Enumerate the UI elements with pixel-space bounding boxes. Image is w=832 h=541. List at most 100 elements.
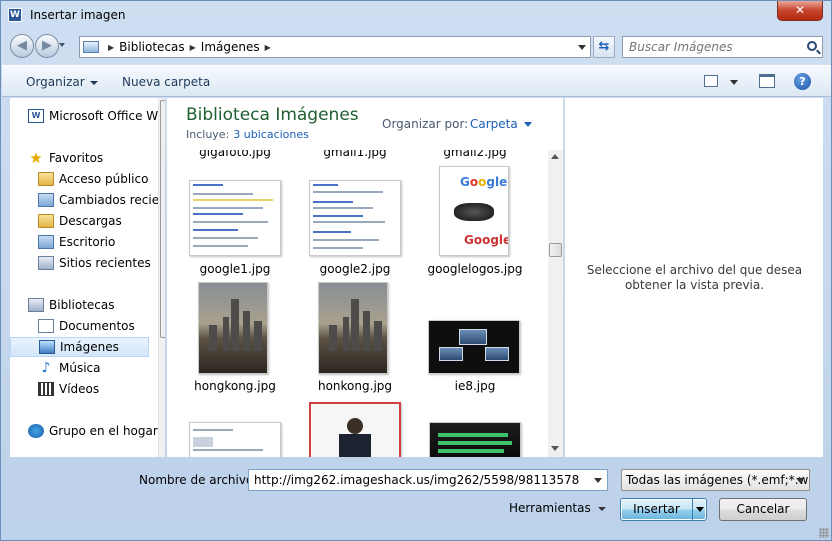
file-thumbnail[interactable] (429, 422, 521, 457)
arrange-by-value: Carpeta (470, 117, 518, 131)
sidebar-item-recent-changed[interactable]: Cambiados recie (38, 190, 165, 210)
file-thumbnail[interactable] (189, 180, 281, 256)
chevron-down-icon (89, 80, 98, 85)
scrollbar-thumb[interactable] (549, 243, 562, 257)
pictures-icon (39, 340, 55, 354)
file-grid: gigafoto.jpg gmail1.jpg gmail2.jpg googl… (167, 150, 547, 457)
sidebar-item-homegroup[interactable]: Grupo en el hogar (28, 421, 165, 441)
breadcrumb-separator-icon[interactable]: ▶ (108, 43, 114, 52)
organize-label: Organizar (26, 75, 85, 89)
sidebar-item-office[interactable]: W Microsoft Office W (28, 106, 165, 126)
navigation-scrollbar[interactable] (158, 98, 165, 457)
libraries-icon (28, 298, 44, 312)
sidebar-item-music[interactable]: ♪ Música (38, 358, 165, 378)
sidebar-item-label: Microsoft Office W (49, 109, 159, 123)
sidebar-item-label: Escritorio (59, 235, 116, 249)
scroll-down-icon[interactable] (551, 446, 559, 451)
arrange-by-dropdown[interactable]: Carpeta (470, 117, 532, 131)
sidebar-item-pictures[interactable]: Imágenes (10, 337, 149, 357)
breadcrumb-pictures[interactable]: Imágenes (201, 40, 260, 54)
file-thumbnail[interactable] (428, 320, 520, 374)
filename-label: Nombre de archivo: (139, 473, 258, 487)
sidebar-item-label: Sitios recientes (59, 256, 151, 270)
file-name[interactable]: googlelogos.jpg (420, 262, 530, 276)
breadcrumb-libraries[interactable]: Bibliotecas (119, 40, 184, 54)
downloads-folder-icon (38, 214, 54, 228)
file-list-pane: Biblioteca Imágenes Incluye: 3 ubicacione… (167, 98, 563, 457)
search-icon[interactable] (807, 41, 817, 51)
sidebar-item-desktop[interactable]: Escritorio (38, 232, 165, 252)
filetype-value: Todas las imágenes (*.emf;*.wr (626, 473, 810, 487)
recent-pages-dropdown[interactable] (59, 43, 65, 47)
address-dropdown-icon[interactable] (578, 45, 586, 50)
breadcrumb-separator-icon[interactable]: ▶ (190, 43, 196, 52)
includes-label: Incluye: (186, 128, 230, 141)
libraries-icon (83, 41, 99, 53)
library-title: Biblioteca Imágenes (186, 105, 359, 125)
filename-input[interactable] (249, 470, 579, 490)
file-name[interactable]: honkong.jpg (300, 379, 410, 393)
chevron-down-icon[interactable] (594, 478, 602, 483)
resize-grip[interactable] (819, 528, 829, 538)
tools-dropdown-icon[interactable] (598, 507, 606, 511)
sidebar-item-recent-places[interactable]: Sitios recientes (38, 253, 165, 273)
file-name[interactable]: gmail2.jpg (425, 150, 525, 159)
scrollbar-thumb[interactable] (160, 100, 165, 338)
filename-combobox[interactable] (248, 469, 608, 491)
title-bar: W Insertar imagen ✕ (1, 1, 831, 31)
sidebar-item-label: Música (59, 361, 101, 375)
file-thumbnail[interactable] (309, 402, 401, 457)
window-title: Insertar imagen (30, 8, 126, 22)
file-name[interactable]: gigafoto.jpg (185, 150, 285, 159)
locations-link[interactable]: 3 ubicaciones (233, 128, 309, 141)
folder-icon (38, 172, 54, 186)
view-options-icon[interactable] (704, 75, 718, 87)
insert-button[interactable]: Insertar (620, 498, 707, 521)
sidebar-item-libraries[interactable]: Bibliotecas (28, 295, 165, 315)
desktop-icon (38, 235, 54, 249)
file-thumbnail[interactable]: Google Google (439, 166, 509, 256)
sidebar-item-downloads[interactable]: Descargas (38, 211, 165, 231)
word-icon: W (28, 109, 44, 123)
file-list-scrollbar[interactable] (548, 150, 563, 457)
help-icon[interactable]: ? (794, 73, 811, 90)
close-button[interactable]: ✕ (777, 1, 823, 21)
address-bar[interactable]: ▶ Bibliotecas ▶ Imágenes ▶ (79, 36, 591, 58)
file-thumbnail[interactable] (198, 282, 268, 374)
filetype-select[interactable]: Todas las imágenes (*.emf;*.wr (621, 469, 810, 491)
insert-options-dropdown[interactable] (692, 499, 706, 520)
homegroup-icon (28, 424, 44, 438)
sidebar-item-videos[interactable]: Vídeos (38, 379, 165, 399)
new-folder-button[interactable]: Nueva carpeta (122, 75, 210, 89)
file-name[interactable]: hongkong.jpg (180, 379, 290, 393)
sidebar-item-documents[interactable]: Documentos (38, 316, 165, 336)
tools-button[interactable]: Herramientas (509, 501, 591, 515)
file-name[interactable]: gmail1.jpg (305, 150, 405, 159)
sidebar-item-label: Bibliotecas (49, 298, 115, 312)
file-thumbnail[interactable] (189, 422, 281, 457)
breadcrumb-separator-icon[interactable]: ▶ (265, 43, 271, 52)
forward-button[interactable]: ▶ (35, 34, 59, 58)
chevron-down-icon (796, 478, 804, 483)
command-toolbar: Organizar Nueva carpeta ? (2, 65, 831, 97)
back-button[interactable]: ◀ (10, 34, 34, 58)
sidebar-item-label: Acceso público (59, 172, 149, 186)
sidebar-item-favorites[interactable]: ★ Favoritos (28, 148, 165, 168)
sidebar-item-label: Favoritos (49, 151, 104, 165)
arrange-by-label: Organizar por: (382, 117, 469, 131)
file-name[interactable]: google1.jpg (180, 262, 290, 276)
preview-pane: Seleccione el archivo del que desea obte… (564, 98, 823, 457)
file-name[interactable]: google2.jpg (300, 262, 410, 276)
search-input[interactable] (623, 37, 793, 57)
refresh-button[interactable]: ⇆ (593, 36, 615, 58)
cancel-button[interactable]: Cancelar (719, 498, 807, 521)
file-thumbnail[interactable] (309, 180, 401, 256)
file-thumbnail[interactable] (318, 282, 388, 374)
search-box[interactable] (622, 36, 823, 58)
view-dropdown-icon[interactable] (730, 80, 738, 85)
preview-pane-icon[interactable] (759, 74, 775, 88)
sidebar-item-public[interactable]: Acceso público (38, 169, 165, 189)
scroll-up-icon[interactable] (551, 154, 559, 159)
organize-button[interactable]: Organizar (26, 75, 98, 89)
file-name[interactable]: ie8.jpg (420, 379, 530, 393)
